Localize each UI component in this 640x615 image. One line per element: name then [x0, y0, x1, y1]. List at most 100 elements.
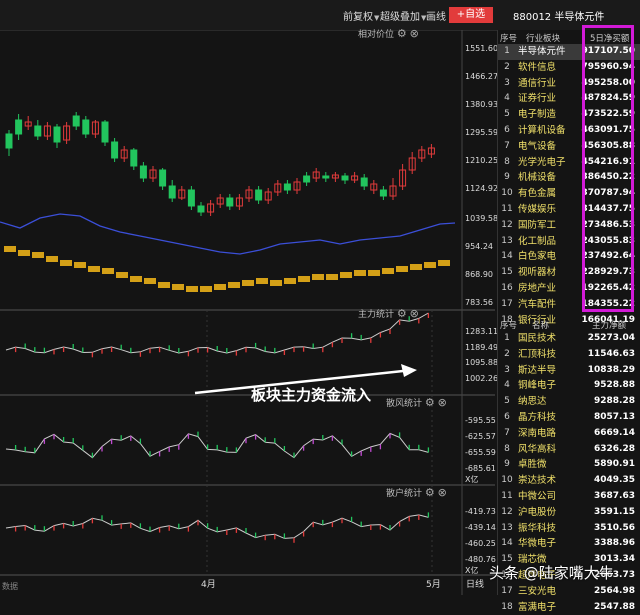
yellow-bar	[130, 276, 142, 282]
gear-icon[interactable]: ⚙	[425, 396, 435, 409]
table-row[interactable]: 1 国民技术 25273.04	[498, 331, 640, 347]
table-row[interactable]: 7 深南电路 6669.14	[498, 426, 640, 442]
candle	[15, 119, 23, 135]
candle	[159, 169, 167, 187]
yellow-bar	[18, 250, 30, 256]
y-tick: 868.90	[465, 270, 493, 279]
table-row[interactable]: 4 铜峰电子 9528.88	[498, 378, 640, 394]
table2-header: 序号 名称 主力净额	[498, 317, 640, 331]
yellow-bar	[284, 278, 296, 284]
col-name[interactable]: 行业板块	[526, 32, 560, 44]
security-title: 880012 半导体元件	[513, 12, 605, 23]
yellow-bar	[4, 246, 16, 252]
candle	[187, 189, 195, 207]
row-name: 三安光电	[518, 585, 557, 597]
row-index: 13	[501, 522, 513, 533]
y-tick: 1189.49	[465, 343, 499, 352]
chart-area[interactable]: 相对价位 ⚙ ⊗ 主力统计 ⚙ ⊗ 散风统计 ⚙ ⊗ 散户统计 ⚙ ⊗ 1551…	[0, 27, 499, 595]
unit-label: X亿	[465, 475, 479, 484]
row-index: 9	[504, 459, 510, 470]
yellow-bar	[186, 286, 198, 292]
close-icon[interactable]: ⊗	[438, 486, 447, 499]
table-row[interactable]: 9 卓胜微 5890.91	[498, 457, 640, 473]
row-value: 2564.98	[594, 585, 635, 596]
table-row[interactable]: 13 振华科技 3510.56	[498, 521, 640, 537]
overlay-button[interactable]: 超级叠加▼	[380, 8, 426, 23]
candle	[322, 175, 330, 179]
row-index: 7	[504, 140, 510, 151]
annotation-text: 板块主力资金流入	[251, 386, 372, 404]
close-icon[interactable]: ⊗	[410, 27, 419, 40]
col-idx[interactable]: 序号	[500, 32, 517, 44]
month-label: 4月	[201, 580, 216, 590]
chart-canvas[interactable]	[0, 30, 495, 595]
table-row[interactable]: 6 晶方科技 8057.13	[498, 410, 640, 426]
row-name: 电气设备	[518, 140, 557, 152]
arrow-head	[401, 364, 417, 377]
row-index: 4	[504, 380, 510, 391]
row-name: 纳思达	[518, 396, 547, 408]
candle	[130, 149, 138, 167]
close-icon[interactable]: ⊗	[410, 307, 419, 320]
row-index: 12	[501, 219, 513, 230]
table-row[interactable]: 11 中微公司 3687.63	[498, 489, 640, 505]
table-row[interactable]: 5 纳思达 9288.28	[498, 394, 640, 410]
yellow-bar	[368, 270, 380, 276]
row-index: 10	[501, 475, 513, 486]
row-index: 10	[501, 188, 513, 199]
col-name[interactable]: 名称	[532, 319, 549, 331]
table-row[interactable]: 2 汇顶科技 11546.63	[498, 347, 640, 363]
table-row[interactable]: 8 风华高科 6326.28	[498, 442, 640, 458]
yellow-bar	[88, 266, 100, 272]
row-index: 5	[504, 396, 510, 407]
y-tick: -419.73	[465, 507, 496, 516]
table-row[interactable]: 14 华微电子 3388.96	[498, 536, 640, 552]
gear-icon[interactable]: ⚙	[425, 486, 435, 499]
yellow-bar	[438, 260, 450, 266]
row-name: 卓胜微	[518, 459, 547, 471]
row-index: 6	[504, 125, 510, 135]
unit-label: X亿	[465, 566, 479, 575]
table-row[interactable]: 10 崇达技术 4049.35	[498, 473, 640, 489]
y-tick: 1283.11	[465, 327, 499, 336]
y-tick: -439.14	[465, 523, 496, 532]
toolbar: 前复权▼ 超级叠加▼ 画线 +自选 880012 半导体元件	[0, 0, 640, 31]
y-tick: 1466.27	[465, 72, 499, 81]
yellow-bar	[340, 272, 352, 278]
gear-icon[interactable]: ⚙	[397, 307, 407, 320]
yellow-bar	[144, 278, 156, 284]
col-idx[interactable]: 序号	[500, 319, 517, 331]
adjust-button[interactable]: 前复权▼	[343, 8, 379, 23]
table-row[interactable]: 18 富满电子 2547.88	[498, 600, 640, 615]
close-icon[interactable]: ⊗	[438, 396, 447, 409]
row-name: 中微公司	[518, 491, 557, 502]
daily-tab[interactable]: 日线	[466, 577, 484, 590]
row-index: 17	[501, 298, 513, 309]
y-tick: 1295.59	[465, 128, 499, 137]
col-value[interactable]: 主力净额	[592, 319, 626, 331]
row-name: 光学光电子	[518, 156, 566, 168]
highlight-box	[582, 25, 634, 312]
yellow-bar	[228, 282, 240, 288]
drawline-button[interactable]: 画线	[426, 8, 446, 23]
row-value: 4049.35	[594, 475, 635, 486]
row-name: 软件信息	[518, 61, 557, 73]
row-index: 17	[501, 585, 513, 596]
y-tick: -655.59	[465, 448, 496, 457]
yellow-bar	[172, 284, 184, 290]
y-tick: 1124.92	[465, 184, 499, 193]
yellow-bar	[46, 256, 58, 262]
table-row[interactable]: 3 斯达半导 10838.29	[498, 363, 640, 379]
yellow-bar	[200, 286, 212, 292]
row-index: 8	[504, 156, 510, 167]
candle	[111, 141, 119, 159]
y-tick: 954.24	[465, 242, 493, 251]
table-row[interactable]: 17 三安光电 2564.98	[498, 584, 640, 600]
row-index: 3	[504, 77, 510, 88]
add-watchlist-button[interactable]: +自选	[449, 7, 493, 23]
yellow-bar	[382, 268, 394, 274]
yellow-bar	[214, 284, 226, 290]
gear-icon[interactable]: ⚙	[397, 27, 407, 40]
row-index: 8	[504, 443, 510, 454]
table-row[interactable]: 12 沪电股份 3591.15	[498, 505, 640, 521]
